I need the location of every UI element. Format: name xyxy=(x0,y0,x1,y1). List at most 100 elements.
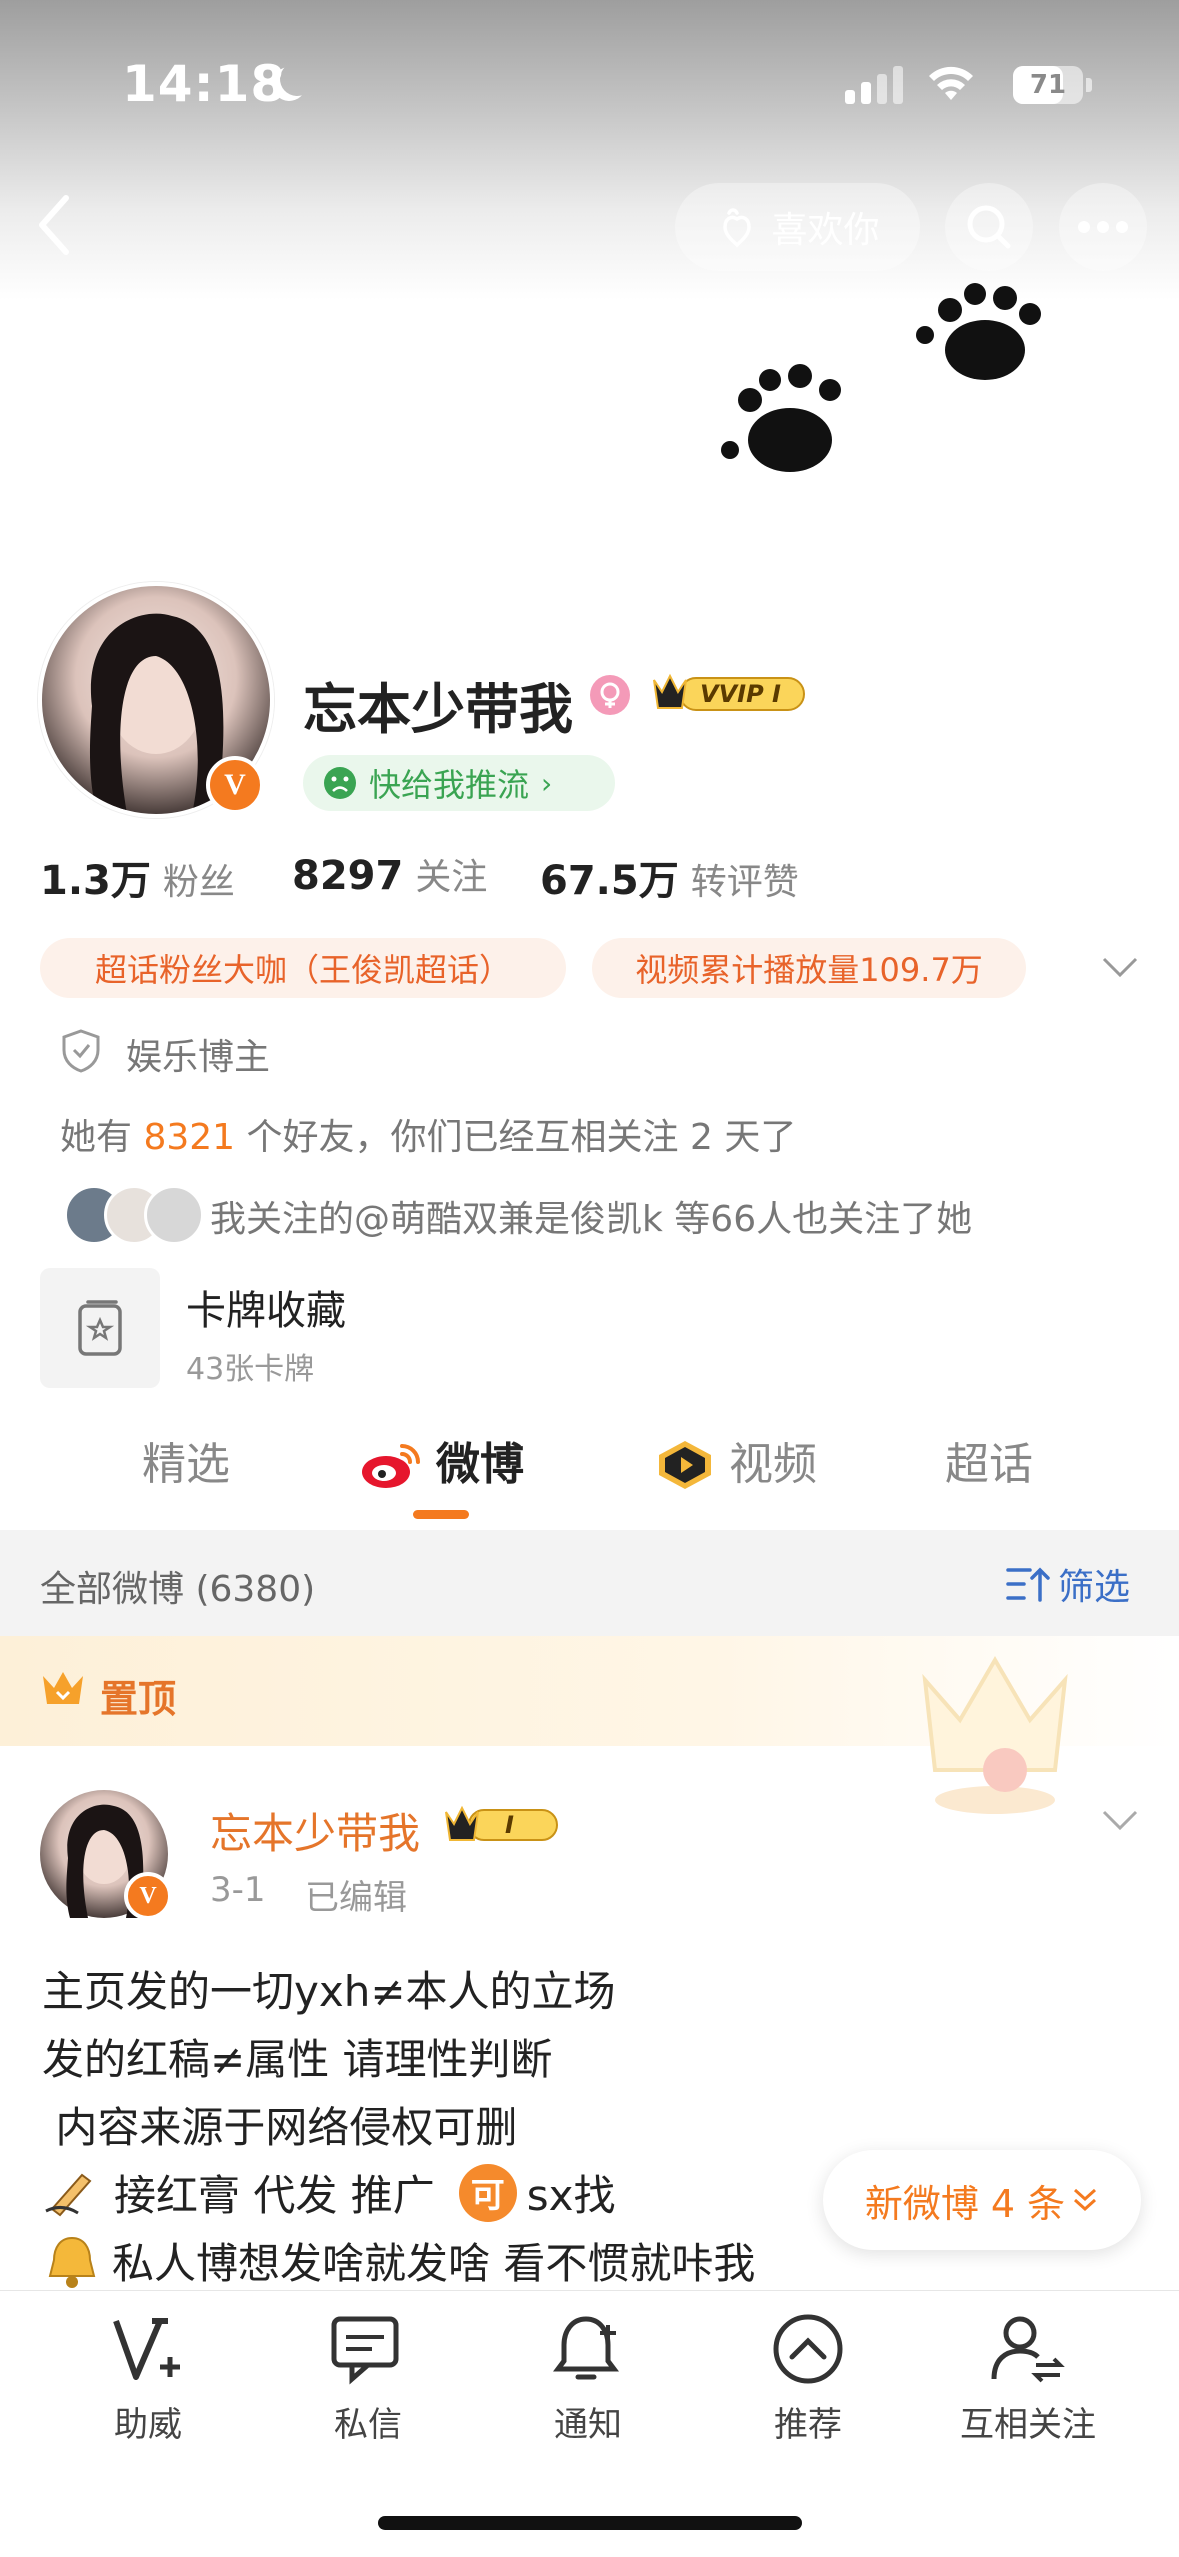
filter-bar: 全部微博 (6380) 筛选 xyxy=(0,1530,1179,1636)
tab-video-label: 视频 xyxy=(729,1439,817,1490)
card-icon xyxy=(78,1300,122,1356)
mutual-follow-icon xyxy=(991,2316,1065,2383)
tab-video[interactable]: 视频 xyxy=(655,1405,817,1525)
battery-cap xyxy=(1086,78,1092,92)
bottom-tab-label: 助威 xyxy=(114,2405,182,2445)
filter-button[interactable]: 筛选 xyxy=(1006,1558,1130,1610)
mutual-avatars[interactable] xyxy=(64,1185,204,1245)
post-author-level: I xyxy=(505,1811,514,1839)
interactions-stat[interactable]: 67.5万 转评赞 xyxy=(540,848,799,906)
search-icon xyxy=(967,205,1011,249)
card-collection-count: 43张卡牌 xyxy=(186,1352,315,1387)
up-arrow-circle-icon xyxy=(773,2314,843,2384)
tab-active-indicator xyxy=(413,1510,469,1519)
new-posts-button[interactable]: 新微博 4 条 xyxy=(823,2150,1141,2250)
video-icon xyxy=(659,1441,711,1489)
friends-suffix: 个好友，你们已经互相关注 2 天了 xyxy=(235,1117,797,1158)
home-indicator[interactable] xyxy=(378,2516,802,2530)
chevron-down-icon[interactable] xyxy=(1100,955,1140,981)
weibo-icon xyxy=(362,1444,420,1488)
bottom-tab-label: 私信 xyxy=(334,2405,402,2445)
wifi-icon xyxy=(929,66,973,100)
signal-icon xyxy=(845,64,905,104)
pinned-label: 置顶 xyxy=(100,1677,177,1721)
more-button[interactable] xyxy=(1059,183,1147,271)
all-posts-label[interactable]: 全部微博 (6380) xyxy=(40,1560,315,1612)
female-gender-icon xyxy=(590,675,630,715)
search-button[interactable] xyxy=(945,183,1033,271)
cheer-v-icon xyxy=(113,2318,180,2380)
post-text-segment: 接红膏 代发 推广 xyxy=(114,2171,435,2220)
filter-label: 筛选 xyxy=(1058,1567,1131,1608)
filter-icon xyxy=(1006,1567,1050,1602)
status-time: 14:18 xyxy=(122,55,287,113)
post-text-line: 发的红稿≠属性 请理性判断 xyxy=(42,2035,553,2084)
bottom-tab-messages[interactable]: 私信 xyxy=(288,2311,448,2446)
bottom-tab-recommend[interactable]: 推荐 xyxy=(728,2311,888,2446)
bottom-tab-mutual-follow[interactable]: 互相关注 xyxy=(948,2311,1108,2446)
bottom-tab-label: 互相关注 xyxy=(960,2405,1096,2445)
video-plays-tag[interactable]: 视频累计播放量109.7万 xyxy=(592,938,1026,998)
battery-level: 71 xyxy=(1029,70,1067,100)
profile-tabs: 精选 微博 视频 超话 xyxy=(0,1405,1179,1535)
tab-featured[interactable]: 精选 xyxy=(142,1405,230,1525)
friends-prefix: 她有 xyxy=(60,1117,144,1158)
stat-value: 8297 xyxy=(292,853,404,899)
more-icon xyxy=(1078,221,1128,233)
double-chevron-down-icon xyxy=(1074,2188,1097,2212)
stat-value: 67.5万 xyxy=(540,858,679,904)
tab-weibo[interactable]: 微博 xyxy=(360,1405,524,1525)
push-label: 快给我推流 xyxy=(369,766,530,804)
like-button[interactable]: 喜欢你 xyxy=(675,183,920,271)
stat-label: 转评赞 xyxy=(690,862,799,903)
bottom-tab-notifications[interactable]: 通知 xyxy=(508,2311,668,2446)
friends-count[interactable]: 8321 xyxy=(143,1117,235,1158)
followers-stat[interactable]: 1.3万 粉丝 xyxy=(40,848,235,906)
post-author-name[interactable]: 忘本少带我 xyxy=(210,1800,420,1861)
post-text-line: 私人博想发啥就发啥 看不惯就咔我 xyxy=(42,2230,755,2291)
post-text-line: 主页发的一切yxh≠本人的立场 xyxy=(42,1967,616,2016)
tab-super-topic[interactable]: 超话 xyxy=(945,1405,1033,1525)
chevron-right-icon: › xyxy=(541,766,553,800)
ke-emoji-icon: 可 xyxy=(458,2163,517,2222)
crown-decoration-icon xyxy=(922,1656,1068,1814)
bottom-tab-label: 推荐 xyxy=(774,2405,842,2445)
notification-bell-icon xyxy=(553,2316,619,2380)
chat-icon xyxy=(331,2316,399,2385)
post-verified-badge-icon: V xyxy=(124,1872,172,1920)
verified-badge-icon: V xyxy=(206,756,264,814)
post-text-segment: 私人博想发啥就发啥 看不惯就咔我 xyxy=(112,2239,756,2288)
new-posts-label: 新微博 4 条 xyxy=(864,2181,1066,2226)
stat-label: 粉丝 xyxy=(162,862,235,903)
hand-heart-icon xyxy=(723,208,752,248)
sad-face-icon xyxy=(324,767,356,799)
tab-weibo-label: 微博 xyxy=(436,1439,524,1490)
bottom-tab-cheer[interactable]: 助威 xyxy=(68,2311,228,2446)
push-flow-chip[interactable]: 快给我推流 › xyxy=(303,755,615,811)
vvip-label: VVIP I xyxy=(700,680,781,708)
post-author-level-badge[interactable]: I xyxy=(443,1802,561,1846)
post-text-line: 接红膏 代发 推广 可 sx找 xyxy=(42,2162,615,2223)
card-collection-title[interactable]: 卡牌收藏 xyxy=(186,1278,346,1336)
post-text-line: 内容来源于网络侵权可删 xyxy=(42,2103,518,2152)
back-icon[interactable] xyxy=(30,190,80,260)
post-edited: 已编辑 xyxy=(305,1878,407,1918)
like-label: 喜欢你 xyxy=(771,210,880,251)
card-collection-thumb[interactable] xyxy=(40,1268,160,1388)
vvip-badge[interactable]: VVIP I xyxy=(650,670,808,716)
following-stat[interactable]: 8297 关注 xyxy=(292,848,487,900)
shield-icon xyxy=(62,1029,100,1073)
bell-icon xyxy=(48,2236,96,2288)
super-topic-tag[interactable]: 超话粉丝大咖（王俊凯超话） xyxy=(40,938,566,998)
stat-value: 1.3万 xyxy=(40,858,151,904)
post-text-segment: sx找 xyxy=(526,2171,616,2220)
mutual-followers-text[interactable]: 我关注的@萌酷双兼是俊凯k 等66人也关注了她 xyxy=(210,1190,972,1242)
post-menu-chevron-icon[interactable] xyxy=(1100,1808,1140,1834)
paw-print-icon xyxy=(721,283,1041,472)
battery-icon: 71 xyxy=(1013,66,1083,104)
post-date: 3-1 xyxy=(210,1870,266,1910)
profile-name: 忘本少带我 xyxy=(303,678,573,741)
crown-icon xyxy=(43,1672,83,1704)
bottom-tab-label: 通知 xyxy=(554,2405,622,2445)
role-label: 娱乐博主 xyxy=(126,1037,271,1078)
